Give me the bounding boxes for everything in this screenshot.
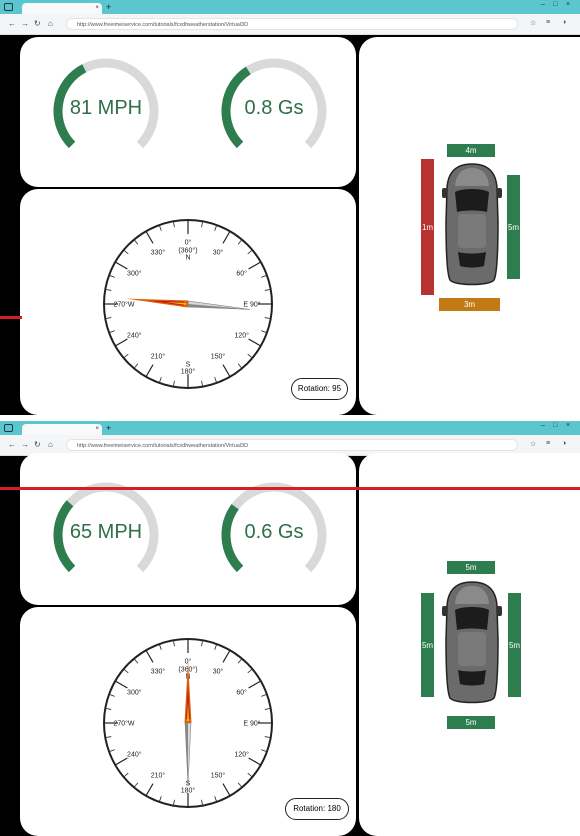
gforce-value: 0.6 Gs <box>244 521 304 543</box>
browser-tab[interactable]: × <box>22 424 102 435</box>
compass-label: 210° <box>151 353 166 361</box>
rotation-readout: Rotation: 95 <box>291 378 348 400</box>
compass-panel: 0°(360°)N30°60°E 90°120°150°S180°210°240… <box>20 607 356 836</box>
sensor-right: 5m <box>507 175 520 279</box>
speed-value: 65 MPH <box>69 521 143 543</box>
compass-label: 30° <box>213 249 224 257</box>
sensor-left: 5m <box>421 593 434 697</box>
profile-icon[interactable]: ◑ <box>562 440 566 447</box>
car-top-view-image <box>442 581 502 704</box>
home-icon[interactable]: ⌂ <box>48 19 53 28</box>
parking-panel: 4m 1m 5m 3m <box>359 37 580 415</box>
close-window-icon[interactable]: × <box>566 1 570 8</box>
extensions-icon[interactable]: ≡ <box>546 440 550 447</box>
gauges-panel: 65 MPH 0.6 Gs <box>20 453 356 605</box>
screenshot-2: × + – □ × ← → ↻ ⌂ http://www.freeimeiser… <box>0 421 580 836</box>
compass-label: 180° <box>181 368 196 376</box>
browser-tab-bar: × + – □ × <box>0 421 580 435</box>
browser-tab[interactable]: × <box>22 3 102 14</box>
compass-label: 240° <box>127 751 142 759</box>
new-tab-icon[interactable]: + <box>106 423 111 434</box>
back-icon[interactable]: ← <box>8 19 16 28</box>
compass-label: S <box>186 362 191 369</box>
favorite-icon[interactable]: ☆ <box>530 19 536 27</box>
url-field[interactable]: http://www.freeimeiservice.com/tutorials… <box>66 439 518 451</box>
sensor-front: 4m <box>447 144 495 157</box>
compass-label: (360°) <box>178 247 197 255</box>
forward-icon[interactable]: → <box>21 440 29 449</box>
sensor-rear: 3m <box>439 298 500 311</box>
sensor-right: 5m <box>508 593 521 697</box>
compass-label: 120° <box>234 332 249 340</box>
compass-label: 300° <box>127 689 142 697</box>
screenshot-1: × + – □ × ← → ↻ ⌂ http://www.freeimeiser… <box>0 0 580 415</box>
maximize-icon[interactable]: □ <box>553 422 557 429</box>
compass-label: 330° <box>151 668 166 676</box>
speed-value: 81 MPH <box>69 97 143 119</box>
annotation-line <box>0 316 22 319</box>
back-icon[interactable]: ← <box>8 440 16 449</box>
compass-panel: 0°(360°)N 30° 60° E 90° 120° 150° S180° 210° 240… <box>20 189 356 415</box>
profile-icon[interactable]: ◑ <box>562 19 566 26</box>
compass-label: 30° <box>213 668 224 676</box>
browser-menu-icon[interactable] <box>4 424 13 432</box>
compass-label: N <box>185 255 190 262</box>
compass-label: 120° <box>234 751 249 759</box>
address-bar: ← → ↻ ⌂ http://www.freeimeiservice.com/t… <box>0 14 580 35</box>
extensions-icon[interactable]: ≡ <box>546 19 550 26</box>
maximize-icon[interactable]: □ <box>553 1 557 8</box>
compass-dial: 0°(360°)N30°60°E 90°120°150°S180°210°240… <box>103 638 273 808</box>
compass-dial: 0°(360°)N 30° 60° E 90° 120° 150° S180° 210° 240… <box>103 219 273 389</box>
compass-label: E 90° <box>243 301 260 309</box>
compass-label: 180° <box>181 787 196 795</box>
gforce-value: 0.8 Gs <box>244 97 304 119</box>
car-top-view-image <box>442 163 502 286</box>
sensor-rear: 5m <box>447 716 495 729</box>
refresh-icon[interactable]: ↻ <box>34 19 41 28</box>
forward-icon[interactable]: → <box>21 19 29 28</box>
browser-menu-icon[interactable] <box>4 3 13 11</box>
refresh-icon[interactable]: ↻ <box>34 440 41 449</box>
compass-label: 270°W <box>113 301 134 309</box>
tab-close-icon[interactable]: × <box>95 424 99 435</box>
new-tab-icon[interactable]: + <box>106 2 111 13</box>
compass-label: 60° <box>236 270 247 278</box>
close-window-icon[interactable]: × <box>566 422 570 429</box>
annotation-line <box>0 487 580 490</box>
compass-label: 300° <box>127 270 142 278</box>
compass-label: 210° <box>151 772 166 780</box>
tab-close-icon[interactable]: × <box>95 3 99 14</box>
compass-label: E 90° <box>243 720 260 728</box>
compass-label: 330° <box>151 249 166 257</box>
compass-label: 60° <box>236 689 247 697</box>
compass-label: 270°W <box>113 720 134 728</box>
parking-panel: 5m 5m 5m 5m <box>359 453 580 836</box>
sensor-left: 1m <box>421 159 434 295</box>
sensor-front: 5m <box>447 561 495 574</box>
url-field[interactable]: http://www.freeimeiservice.com/tutorials… <box>66 18 518 30</box>
browser-tab-bar: × + – □ × <box>0 0 580 14</box>
compass-label: 240° <box>127 332 142 340</box>
compass-label: 150° <box>211 353 226 361</box>
favorite-icon[interactable]: ☆ <box>530 440 536 448</box>
home-icon[interactable]: ⌂ <box>48 440 53 449</box>
compass-label: 150° <box>211 772 226 780</box>
minimize-icon[interactable]: – <box>541 1 545 8</box>
rotation-readout: Rotation: 180 <box>285 798 349 820</box>
gauges-panel: 81 MPH 0.8 Gs <box>20 37 356 187</box>
compass-label: 0° <box>185 239 192 247</box>
minimize-icon[interactable]: – <box>541 422 545 429</box>
